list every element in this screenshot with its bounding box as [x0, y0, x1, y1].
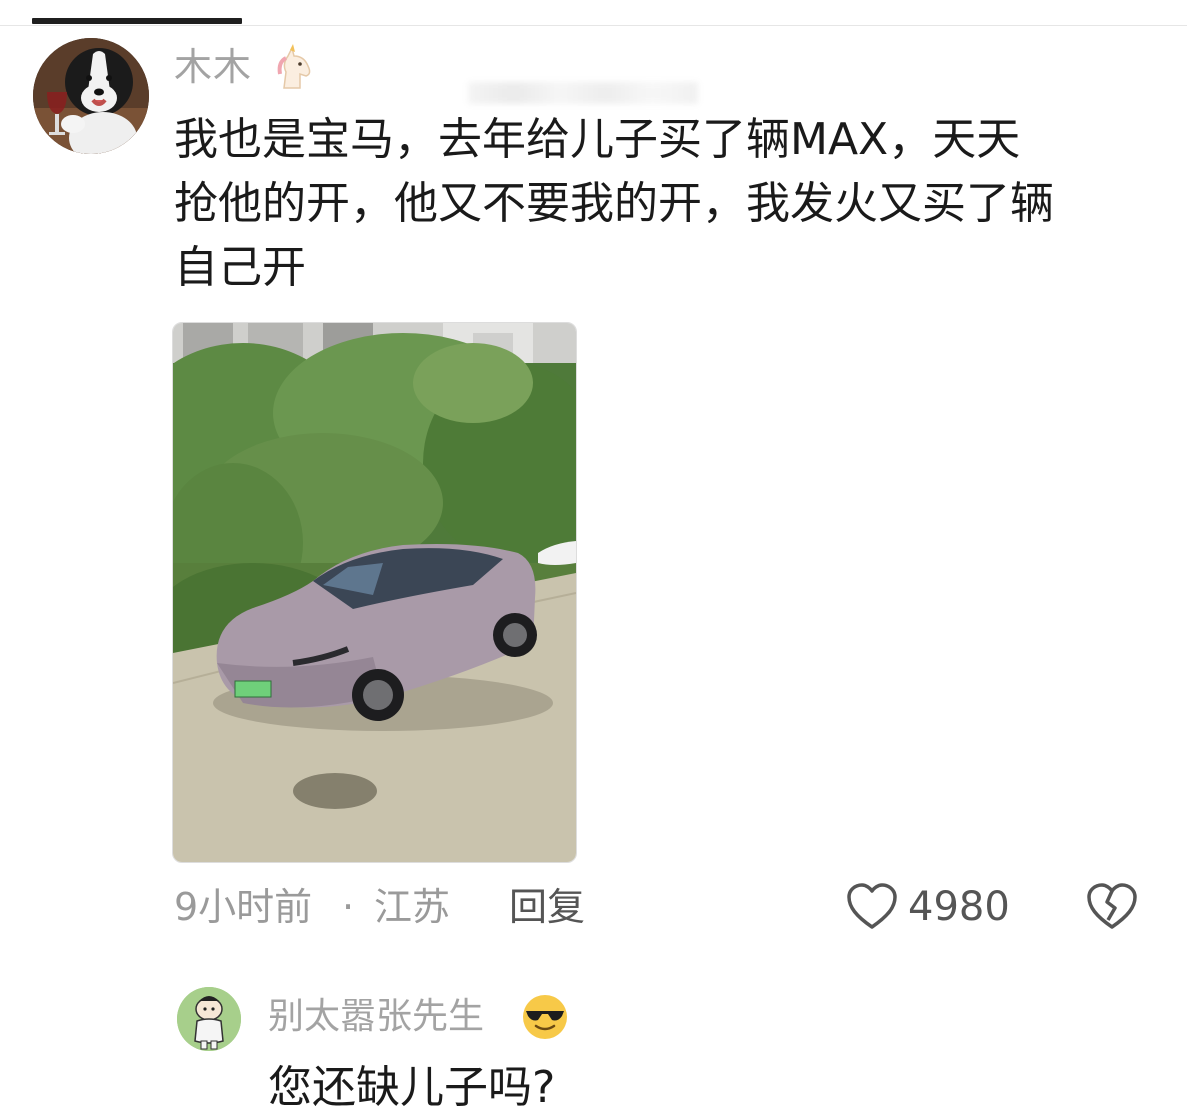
comment-username[interactable]: 木木: [174, 42, 252, 92]
comment-time: 9小时前: [174, 885, 313, 929]
active-tab-indicator: [32, 18, 242, 24]
car-photo-image: [173, 323, 576, 862]
redacted-area: [468, 82, 698, 104]
like-count: 4980: [908, 884, 1010, 930]
reply-username[interactable]: 别太嚣张先生: [268, 993, 484, 1041]
reply-avatar-image: [177, 987, 241, 1051]
heart-outline-icon[interactable]: [846, 882, 898, 932]
meta-separator: ·: [342, 885, 355, 929]
divider: [0, 25, 1187, 26]
avatar[interactable]: [33, 38, 149, 154]
broken-heart-icon[interactable]: [1086, 882, 1138, 932]
comment-photo[interactable]: [172, 322, 577, 863]
reply-text: 您还缺儿子吗?: [268, 1062, 556, 1113]
sunglasses-emoji-icon: [520, 992, 570, 1042]
unicorn-icon: [270, 44, 318, 92]
comment-location: 江苏: [374, 885, 451, 929]
comment-text: 我也是宝马，去年给儿子买了辆MAX，天天 抢他的开，他又不要我的开，我发火又买了…: [174, 114, 1054, 293]
avatar-dog-image: [33, 38, 149, 154]
reply-avatar[interactable]: [177, 987, 241, 1051]
reply-button[interactable]: 回复: [509, 880, 585, 934]
